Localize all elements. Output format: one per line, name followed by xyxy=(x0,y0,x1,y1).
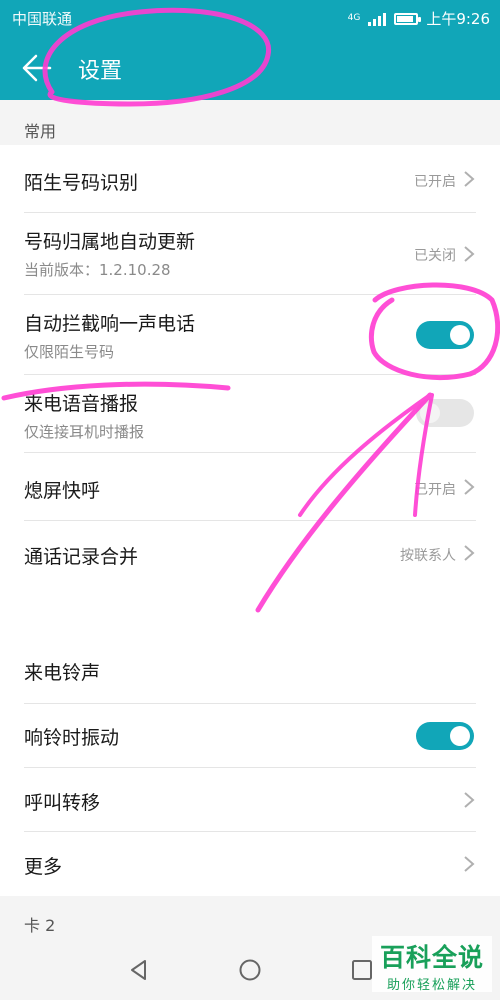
row-vibrate-when-ringing: 响铃时振动 xyxy=(0,704,500,768)
chevron-right-icon xyxy=(464,545,475,561)
chevron-right-icon xyxy=(464,792,475,808)
watermark-main: 百科全说 xyxy=(379,943,484,972)
row-title: 号码归属地自动更新 xyxy=(24,231,196,253)
row-title: 来电铃声 xyxy=(24,662,101,684)
status-indicators: 4G 上午9:26 xyxy=(348,8,490,29)
row-title: 更多 xyxy=(24,856,63,878)
app-bar: 设置 xyxy=(0,36,500,100)
watermark-logo: 百科全说 助你轻松解决 xyxy=(372,936,492,993)
settings-card-common: 陌生号码识别 已开启 号码归属地自动更新 当前版本：1.2.10.28 已关闭 … xyxy=(0,145,500,580)
row-call-forwarding[interactable]: 呼叫转移 xyxy=(0,768,500,832)
row-voice-announcement: 来电语音播报 仅连接耳机时播报 xyxy=(0,375,500,453)
row-screen-off-quick-call[interactable]: 熄屏快呼 已开启 xyxy=(0,453,500,521)
battery-icon xyxy=(394,12,422,25)
watermark-sub: 助你轻松解决 xyxy=(386,978,477,993)
row-title: 通话记录合并 xyxy=(24,546,139,568)
row-value: 已关闭 xyxy=(414,248,456,264)
chevron-right-icon xyxy=(464,479,475,495)
section-label-card2: 卡 2 xyxy=(24,916,56,935)
row-value: 已开启 xyxy=(414,174,456,190)
top-header: 中国联通 4G 上午9:26 设置 xyxy=(0,0,500,100)
row-title: 响铃时振动 xyxy=(24,727,120,749)
voice-announcement-toggle[interactable] xyxy=(416,399,474,427)
status-bar: 中国联通 4G 上午9:26 xyxy=(0,0,500,36)
signal-icon xyxy=(368,12,387,26)
row-block-one-ring: 自动拦截响一声电话 仅限陌生号码 xyxy=(0,295,500,375)
row-title: 熄屏快呼 xyxy=(24,480,101,502)
row-title: 自动拦截响一声电话 xyxy=(24,313,196,335)
row-title: 来电语音播报 xyxy=(24,393,139,415)
row-stranger-number-id[interactable]: 陌生号码识别 已开启 xyxy=(0,145,500,213)
row-value: 已开启 xyxy=(414,482,456,498)
page-title: 设置 xyxy=(78,59,123,84)
row-more[interactable]: 更多 xyxy=(0,832,500,896)
row-value: 按联系人 xyxy=(400,548,456,564)
row-subtitle: 仅连接耳机时播报 xyxy=(24,423,145,441)
triangle-back-icon[interactable] xyxy=(127,958,151,982)
row-location-auto-update[interactable]: 号码归属地自动更新 当前版本：1.2.10.28 已关闭 xyxy=(0,213,500,295)
settings-card-ringtone: 来电铃声 响铃时振动 呼叫转移 更多 xyxy=(0,580,500,896)
back-arrow-icon[interactable] xyxy=(16,50,56,86)
row-title: 陌生号码识别 xyxy=(24,172,139,194)
chevron-right-icon xyxy=(464,171,475,187)
row-title: 呼叫转移 xyxy=(24,792,101,814)
row-subtitle: 当前版本：1.2.10.28 xyxy=(24,261,171,279)
clock: 上午9:26 xyxy=(426,10,490,28)
chevron-right-icon xyxy=(464,246,475,262)
row-merge-call-logs[interactable]: 通话记录合并 按联系人 xyxy=(0,521,500,589)
row-subtitle: 仅限陌生号码 xyxy=(24,343,115,361)
block-one-ring-toggle[interactable] xyxy=(416,321,474,349)
circle-home-icon[interactable] xyxy=(238,958,262,982)
section-label-common: 常用 xyxy=(24,122,57,141)
row-ringtone[interactable]: 来电铃声 xyxy=(0,640,500,704)
square-recents-icon[interactable] xyxy=(350,958,374,982)
carrier-name: 中国联通 xyxy=(12,10,73,28)
chevron-right-icon xyxy=(464,856,475,872)
network-type: 4G xyxy=(347,13,361,23)
vibrate-when-ringing-toggle[interactable] xyxy=(416,722,474,750)
